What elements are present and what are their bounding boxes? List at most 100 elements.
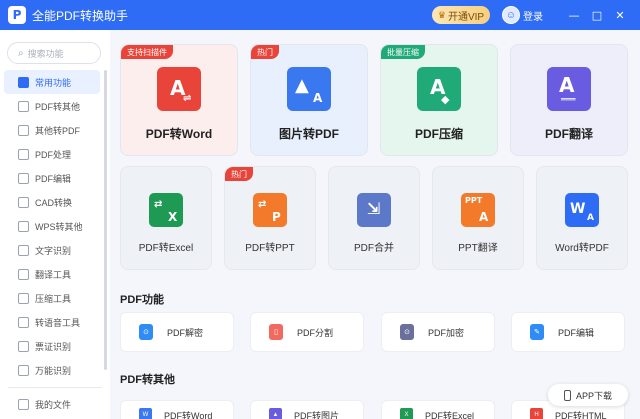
section-title-pdf-functions: PDF功能 [120, 294, 164, 306]
card-ppt-translate[interactable]: PPT A PPT翻译 [432, 166, 524, 270]
pdf-to-ppt-icon: P ⇄ [253, 193, 287, 227]
divider [8, 387, 102, 388]
sidebar-item-universal[interactable]: 万能识别 [0, 358, 104, 382]
card-pdf-to-excel-small[interactable]: X PDF转Excel [381, 400, 495, 419]
crown-icon: ♛ [437, 9, 446, 20]
sidebar-item-label: 翻译工具 [35, 269, 72, 280]
search-icon: ⌕ [18, 47, 24, 59]
card-pdf-merge[interactable]: ⇲ PDF合并 [328, 166, 420, 270]
badge-hot: 热门 [225, 167, 253, 181]
sidebar-item-other-to-pdf[interactable]: 其他转PDF [0, 118, 104, 142]
sidebar-item-ocr[interactable]: 文字识别 [0, 238, 104, 262]
image-to-pdf-icon: ▲ A [287, 67, 331, 111]
pdf-to-image-icon: ▲ [269, 408, 282, 419]
avatar[interactable]: ☺ [502, 6, 520, 24]
card-pdf-translate[interactable]: A ═══ PDF翻译 [510, 44, 628, 156]
wps-icon [18, 220, 29, 232]
card-label: PDF合并 [354, 243, 394, 254]
sidebar-item-cad[interactable]: CAD转换 [0, 190, 104, 214]
maximize-icon[interactable]: □ [589, 7, 605, 23]
search-input[interactable]: ⌕ 搜索功能 [7, 42, 101, 64]
sidebar-item-pdf-process[interactable]: PDF处理 [0, 142, 104, 166]
sidebar-item-label: 文字识别 [35, 245, 72, 256]
app-download-label: APP下载 [575, 390, 612, 401]
file-icon [18, 124, 29, 136]
sidebar-item-translate[interactable]: 翻译工具 [0, 262, 104, 286]
sidebar: ⌕ 搜索功能 常用功能 PDF转其他 其他转PDF PDF处理 PDF编辑 CA… [0, 30, 110, 419]
sidebar-item-label: 其他转PDF [35, 125, 81, 136]
speech-icon [18, 316, 29, 328]
sidebar-item-label: 我的文件 [35, 399, 72, 410]
title-bar: P 全能PDF转换助手 ♛ 开通VIP ☺ 登录 — □ ✕ [0, 0, 640, 30]
sidebar-item-label: 转语音工具 [35, 317, 81, 328]
minimize-icon[interactable]: — [566, 7, 582, 23]
card-image-to-pdf[interactable]: 热门 ▲ A 图片转PDF [250, 44, 368, 156]
phone-icon [563, 389, 571, 401]
card-pdf-compress[interactable]: 批量压缩 A ◆ PDF压缩 [380, 44, 498, 156]
main-content: 支持扫描件 A ⇌ PDF转Word 热门 ▲ A 图片转PDF 批量压缩 A ◆ P… [110, 30, 640, 419]
text-icon [18, 244, 29, 256]
sidebar-item-pdf-to-other[interactable]: PDF转其他 [0, 94, 104, 118]
card-pdf-to-ppt[interactable]: 热门 P ⇄ PDF转PPT [224, 166, 316, 270]
card-pdf-decrypt[interactable]: ⊙ PDF解密 [120, 312, 234, 352]
sidebar-scrollbar[interactable] [104, 70, 107, 370]
unlock-icon: ⊙ [139, 324, 153, 340]
close-icon[interactable]: ✕ [612, 7, 628, 23]
sidebar-item-ticket[interactable]: 票证识别 [0, 334, 104, 358]
sidebar-item-wps[interactable]: WPS转其他 [0, 214, 104, 238]
card-label: PDF分割 [297, 327, 334, 338]
card-label: PDF转Excel [138, 243, 194, 254]
sidebar-my-files[interactable]: 我的文件 [0, 392, 104, 416]
card-pdf-to-image[interactable]: ▲ PDF转图片 [250, 400, 364, 419]
word-to-pdf-icon: WA [565, 193, 599, 227]
card-pdf-split[interactable]: ▯ PDF分割 [250, 312, 364, 352]
app-download-button[interactable]: APP下载 [548, 384, 628, 406]
card-label: PDF编辑 [558, 327, 595, 338]
card-pdf-to-word[interactable]: 支持扫描件 A ⇌ PDF转Word [120, 44, 238, 156]
app-logo: P [8, 6, 26, 24]
sidebar-item-label: PDF转其他 [35, 101, 81, 112]
pdf-to-word-icon: W [139, 408, 152, 419]
sidebar-item-label: 常用功能 [35, 77, 72, 88]
card-pdf-edit[interactable]: ✎ PDF编辑 [511, 312, 625, 352]
pdf-translate-icon: A ═══ [547, 67, 591, 111]
sidebar-item-speech[interactable]: 转语音工具 [0, 310, 104, 334]
sidebar-item-label: 票证识别 [35, 341, 72, 352]
section-title-pdf-to-other: PDF转其他 [120, 374, 175, 386]
card-label: PDF转HTML [555, 410, 607, 419]
edit-icon [18, 172, 29, 184]
search-placeholder: 搜索功能 [27, 48, 64, 59]
split-icon: ▯ [269, 324, 283, 340]
badge-scan: 支持扫描件 [121, 45, 173, 59]
sidebar-item-label: PDF编辑 [35, 173, 72, 184]
compress-icon [18, 292, 29, 304]
lock-icon: ⊙ [400, 324, 414, 340]
sidebar-item-my-files[interactable]: 我的文件 [0, 392, 104, 416]
card-label: PDF转Word [164, 410, 213, 419]
pdf-to-html-icon: H [530, 408, 543, 419]
folder-icon [18, 398, 29, 410]
sidebar-item-label: 万能识别 [35, 365, 72, 376]
sidebar-item-label: CAD转换 [35, 197, 73, 208]
card-label: PDF转Word [145, 127, 213, 141]
scan-icon [18, 364, 29, 376]
pdf-to-word-icon: A ⇌ [157, 67, 201, 111]
vip-button[interactable]: ♛ 开通VIP [432, 6, 490, 24]
sidebar-item-common[interactable]: 常用功能 [4, 70, 100, 94]
card-label: PDF压缩 [414, 127, 463, 141]
pdf-compress-icon: A ◆ [417, 67, 461, 111]
card-word-to-pdf[interactable]: WA Word转PDF [536, 166, 628, 270]
star-icon [18, 76, 29, 88]
sidebar-item-compress[interactable]: 压缩工具 [0, 286, 104, 310]
card-label: PDF加密 [428, 327, 465, 338]
card-pdf-to-excel[interactable]: X ⇄ PDF转Excel [120, 166, 212, 270]
sidebar-item-pdf-edit[interactable]: PDF编辑 [0, 166, 104, 190]
card-pdf-encrypt[interactable]: ⊙ PDF加密 [381, 312, 495, 352]
card-pdf-to-word-small[interactable]: W PDF转Word [120, 400, 234, 419]
ticket-icon [18, 340, 29, 352]
login-button[interactable]: 登录 [523, 8, 543, 23]
pdf-to-excel-icon: X [400, 408, 413, 419]
card-label: PDF转Excel [425, 410, 475, 419]
card-label: PDF转PPT [245, 243, 295, 254]
cad-icon [18, 196, 29, 208]
